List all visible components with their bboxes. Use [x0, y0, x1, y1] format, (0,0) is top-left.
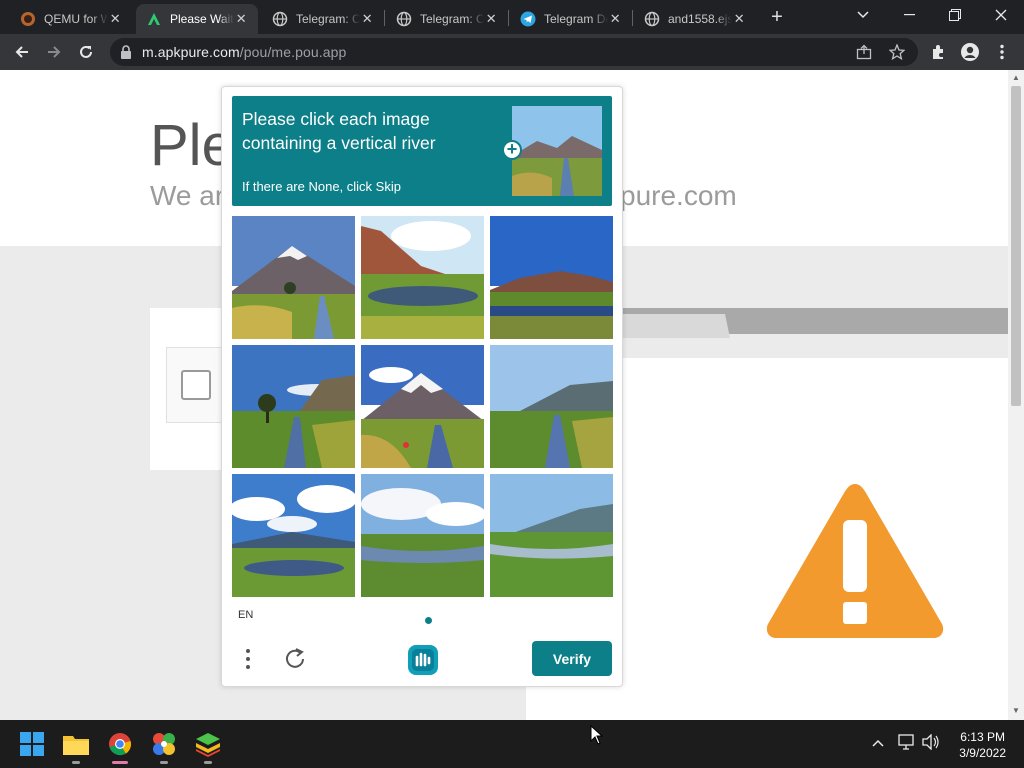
- tab-separator: [384, 10, 385, 26]
- tab-separator: [632, 10, 633, 26]
- tab-and1558[interactable]: and1558.ejs ✕: [634, 4, 756, 34]
- file-explorer-icon[interactable]: [60, 728, 92, 764]
- human-checkbox[interactable]: [181, 370, 211, 400]
- tab-title: and1558.ejs: [668, 12, 733, 26]
- image-tile-2[interactable]: [361, 216, 484, 339]
- refresh-challenge-button[interactable]: [282, 645, 310, 673]
- start-icon[interactable]: [16, 728, 48, 760]
- volume-icon[interactable]: [922, 733, 940, 753]
- url-host: m.apkpure.com: [142, 44, 240, 60]
- image-tile-9[interactable]: [490, 474, 613, 597]
- close-tab-icon[interactable]: ✕: [234, 11, 248, 27]
- menu-kebab-icon[interactable]: [990, 40, 1014, 64]
- close-tab-icon[interactable]: ✕: [732, 11, 746, 27]
- captcha-menu-button[interactable]: [238, 645, 258, 673]
- image-tile-7[interactable]: [232, 474, 355, 597]
- clock-date: 3/9/2022: [959, 746, 1006, 760]
- back-button[interactable]: [10, 40, 34, 64]
- hcaptcha-logo-icon[interactable]: [406, 643, 440, 677]
- image-tile-6[interactable]: [490, 345, 613, 468]
- tab-title: QEMU for Windows: [44, 12, 109, 26]
- image-tile-3[interactable]: [490, 216, 613, 339]
- lock-icon[interactable]: [120, 45, 132, 64]
- running-indicator: [160, 761, 168, 764]
- running-indicator: [72, 761, 80, 764]
- bluestacks-icon[interactable]: [192, 728, 224, 764]
- tab-strip: QEMU for Windows ✕ Please Wait... ✕ Tele…: [0, 0, 1024, 34]
- image-tile-8[interactable]: [361, 474, 484, 597]
- network-icon[interactable]: [898, 734, 916, 753]
- expand-example-icon[interactable]: +: [502, 140, 522, 160]
- close-tab-icon[interactable]: ✕: [608, 11, 622, 27]
- url-text: m.apkpure.com/pou/me.pou.app: [142, 44, 346, 60]
- tab-telegram-desktop[interactable]: Telegram Desktop ✕: [510, 4, 632, 34]
- address-bar[interactable]: m.apkpure.com/pou/me.pou.app: [110, 38, 918, 66]
- tab-telegram-2[interactable]: Telegram: Contact ✕: [386, 4, 508, 34]
- verify-button[interactable]: Verify: [532, 641, 612, 676]
- minimize-button[interactable]: [886, 0, 932, 30]
- reload-button[interactable]: [74, 40, 98, 64]
- tab-title: Telegram: Contact: [420, 12, 485, 26]
- telegram-icon: [520, 11, 536, 27]
- apkpure-icon: [146, 11, 162, 27]
- qemu-app-icon[interactable]: [148, 728, 180, 764]
- tab-title: Telegram: Contact: [296, 12, 361, 26]
- new-tab-button[interactable]: +: [766, 6, 788, 28]
- system-clock[interactable]: 6:13 PM 3/9/2022: [959, 729, 1006, 761]
- share-icon[interactable]: [856, 44, 872, 65]
- clock-time: 6:13 PM: [960, 730, 1005, 744]
- close-window-button[interactable]: [978, 0, 1024, 30]
- restore-button[interactable]: [932, 0, 978, 30]
- tab-qemu[interactable]: QEMU for Windows ✕: [10, 4, 132, 34]
- challenge-text: Please click each image containing a ver…: [242, 109, 436, 153]
- page-subheading: We ar: [150, 180, 225, 211]
- image-grid: [232, 216, 613, 597]
- forward-button[interactable]: [42, 40, 66, 64]
- image-tile-1[interactable]: [232, 216, 355, 339]
- page-scrollbar[interactable]: ▲ ▼: [1008, 70, 1024, 720]
- mouse-cursor-icon: [590, 724, 604, 750]
- profile-icon[interactable]: [958, 40, 982, 64]
- tab-separator: [508, 10, 509, 26]
- tab-title: Telegram Desktop: [544, 12, 608, 26]
- tab-please-wait[interactable]: Please Wait... ✕: [136, 4, 258, 34]
- qemu-icon: [20, 11, 36, 27]
- close-tab-icon[interactable]: ✕: [108, 11, 122, 27]
- close-tab-icon[interactable]: ✕: [484, 11, 498, 27]
- image-tile-4[interactable]: [232, 345, 355, 468]
- browser-toolbar: m.apkpure.com/pou/me.pou.app: [0, 34, 1024, 70]
- page-subheading-domain: kpure.com: [606, 180, 737, 211]
- example-image[interactable]: [512, 106, 602, 196]
- taskbar: 6:13 PM 3/9/2022: [0, 720, 1024, 768]
- tab-telegram-1[interactable]: Telegram: Contact ✕: [262, 4, 384, 34]
- extensions-icon[interactable]: [926, 40, 950, 64]
- scroll-up-icon[interactable]: ▲: [1011, 73, 1021, 83]
- language-selector[interactable]: EN: [238, 609, 253, 621]
- image-tile-5[interactable]: [361, 345, 484, 468]
- close-tab-icon[interactable]: ✕: [360, 11, 374, 27]
- scroll-down-icon[interactable]: ▼: [1011, 706, 1021, 716]
- running-indicator: [204, 761, 212, 764]
- skip-hint: If there are None, click Skip: [242, 179, 401, 194]
- page-indicator-dot: [425, 617, 432, 624]
- show-hidden-icons-icon[interactable]: [872, 734, 884, 750]
- url-path: /pou/me.pou.app: [239, 44, 347, 60]
- active-indicator: [112, 761, 128, 764]
- globe-icon: [396, 11, 412, 27]
- bookmark-star-icon[interactable]: [888, 43, 906, 65]
- warning-icon: [764, 480, 946, 645]
- tab-search-icon[interactable]: [840, 0, 886, 30]
- scrollbar-thumb[interactable]: [1011, 86, 1021, 406]
- challenge-prompt: Please click each image containing a ver…: [232, 96, 612, 206]
- tab-title: Please Wait...: [170, 12, 234, 26]
- globe-icon: [272, 11, 288, 27]
- chrome-icon[interactable]: [104, 728, 136, 764]
- globe-icon: [644, 11, 660, 27]
- captcha-challenge: Please click each image containing a ver…: [221, 86, 623, 687]
